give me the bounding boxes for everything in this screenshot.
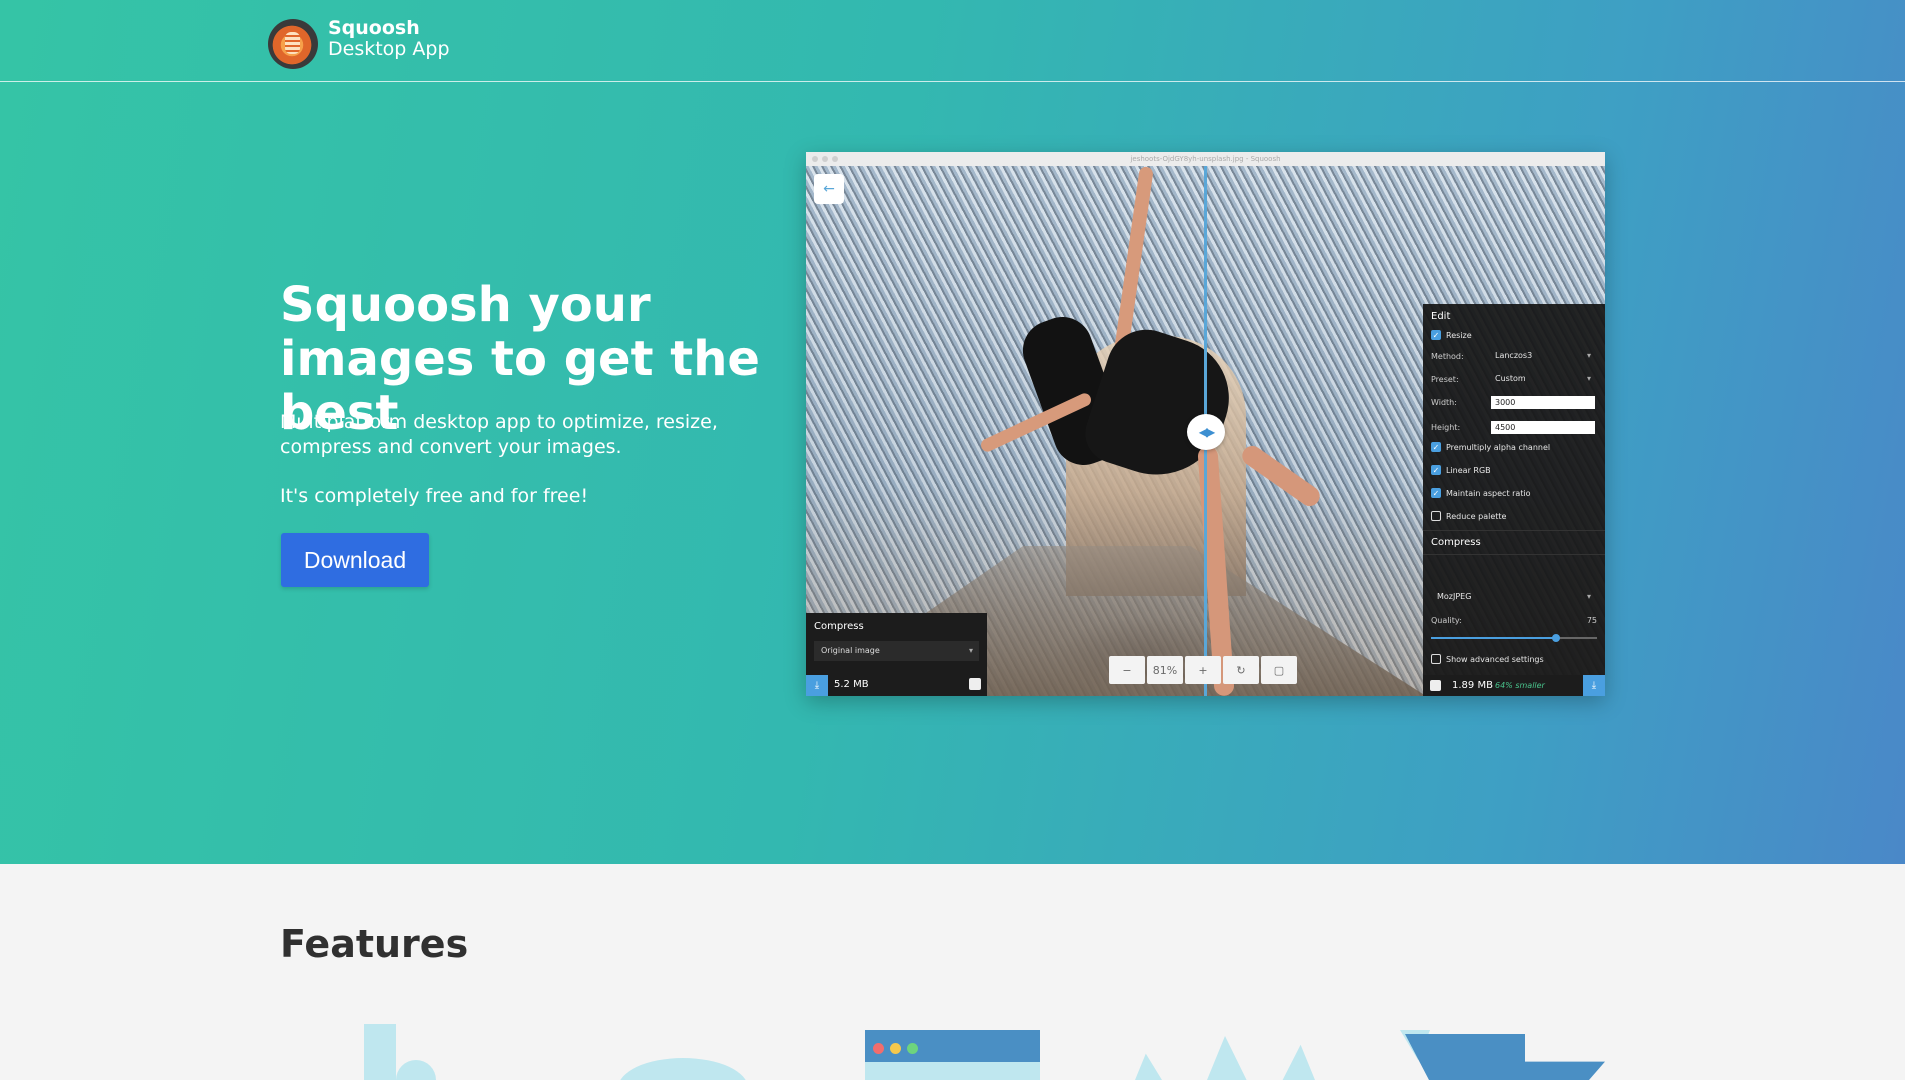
aspect-ratio-option[interactable]: Maintain aspect ratio xyxy=(1431,488,1531,498)
right-file-size: 1.89 MB xyxy=(1452,680,1493,691)
resize-checkbox[interactable] xyxy=(1431,330,1441,340)
feature-illustration-5 xyxy=(1405,1034,1605,1080)
window-controls xyxy=(812,156,838,162)
drag-arrows-icon: ◀▶ xyxy=(1198,425,1216,439)
codec-select[interactable]: MozJPEG xyxy=(1431,588,1597,606)
method-select[interactable]: Lanczos3 xyxy=(1491,349,1595,363)
left-codec-select[interactable]: Original image xyxy=(814,641,979,661)
left-file-size: 5.2 MB xyxy=(834,679,869,690)
background-toggle-button[interactable]: ▢ xyxy=(1261,656,1297,684)
height-label: Height: xyxy=(1431,423,1461,432)
size-savings: 64% smaller xyxy=(1495,681,1545,690)
zoom-out-button[interactable]: − xyxy=(1109,656,1145,684)
download-icon: ⤓ xyxy=(1591,680,1597,691)
left-panel-title: Compress xyxy=(814,621,864,632)
reduce-palette-checkbox[interactable] xyxy=(1431,511,1441,521)
right-save-side-icon[interactable] xyxy=(1430,680,1441,691)
quality-slider-fill xyxy=(1431,637,1556,639)
quality-value: 75 xyxy=(1586,616,1597,625)
download-button[interactable]: Download xyxy=(281,533,429,587)
hero-free-note: It's completely free and for free! xyxy=(280,485,589,507)
premultiply-checkbox[interactable] xyxy=(1431,442,1441,452)
premultiply-option[interactable]: Premultiply alpha channel xyxy=(1431,442,1550,452)
left-download-button[interactable]: ⤓ xyxy=(806,675,828,696)
brand-name: Squoosh xyxy=(328,17,420,39)
squoosh-logo[interactable] xyxy=(268,19,318,69)
premultiply-label: Premultiply alpha channel xyxy=(1446,442,1551,452)
resize-option[interactable]: Resize xyxy=(1431,330,1472,340)
features-heading: Features xyxy=(280,922,469,966)
window-title: jeshoots-OjdGY8yh-unsplash.jpg - Squoosh xyxy=(806,152,1605,166)
linear-rgb-label: Linear RGB xyxy=(1446,465,1491,475)
top-bar: Squoosh Desktop App xyxy=(0,0,1905,82)
reduce-palette-option[interactable]: Reduce palette xyxy=(1431,511,1506,521)
comparison-handle[interactable]: ◀▶ xyxy=(1187,414,1225,450)
right-panel-footer: 1.89 MB 64% smaller ⤓ xyxy=(1423,675,1605,696)
aspect-ratio-checkbox[interactable] xyxy=(1431,488,1441,498)
quality-slider[interactable] xyxy=(1431,634,1597,642)
back-button[interactable]: ← xyxy=(814,174,844,204)
compress-title: Compress xyxy=(1431,537,1481,548)
left-compress-panel: Compress Original image ⤓ 5.2 MB xyxy=(806,613,987,696)
aspect-ratio-label: Maintain aspect ratio xyxy=(1446,488,1531,498)
advanced-settings-label: Show advanced settings xyxy=(1446,654,1544,664)
rotate-icon: ↻ xyxy=(1236,663,1246,677)
width-label: Width: xyxy=(1431,398,1457,407)
height-input[interactable]: 4500 xyxy=(1491,421,1595,434)
feature-illustration-4 xyxy=(1135,1036,1315,1080)
zoom-level[interactable]: 81% xyxy=(1147,656,1183,684)
advanced-settings-option[interactable]: Show advanced settings xyxy=(1431,654,1544,664)
brand-subtitle: Desktop App xyxy=(328,38,450,60)
app-screenshot-window: jeshoots-OjdGY8yh-unsplash.jpg - Squoosh… xyxy=(806,152,1605,696)
width-input[interactable]: 3000 xyxy=(1491,396,1595,409)
right-download-button[interactable]: ⤓ xyxy=(1583,675,1605,696)
quality-label: Quality: xyxy=(1431,616,1462,625)
advanced-settings-checkbox[interactable] xyxy=(1431,654,1441,664)
download-icon: ⤓ xyxy=(814,680,820,691)
edit-title: Edit xyxy=(1431,311,1451,322)
rotate-button[interactable]: ↻ xyxy=(1223,656,1259,684)
zoom-toolbar: − 81% + ↻ ▢ xyxy=(1109,656,1297,684)
feature-illustration-1 xyxy=(364,1024,396,1080)
zoom-in-button[interactable]: + xyxy=(1185,656,1221,684)
hero-subtitle: Multiplatform desktop app to optimize, r… xyxy=(280,411,718,458)
reduce-palette-label: Reduce palette xyxy=(1446,511,1507,521)
linear-rgb-checkbox[interactable] xyxy=(1431,465,1441,475)
right-edit-panel: Edit Resize Method: Lanczos3 Preset: Cus… xyxy=(1423,304,1605,696)
linear-rgb-option[interactable]: Linear RGB xyxy=(1431,465,1491,475)
method-label: Method: xyxy=(1431,352,1464,361)
feature-illustration-2 xyxy=(618,1058,748,1080)
hero-section: Squoosh Desktop App Squoosh your images … xyxy=(0,0,1905,864)
preset-select[interactable]: Custom xyxy=(1491,372,1595,386)
left-save-side-icon[interactable] xyxy=(969,678,981,690)
preset-label: Preset: xyxy=(1431,375,1459,384)
background-toggle-icon: ▢ xyxy=(1273,663,1285,677)
brand[interactable]: Squoosh Desktop App xyxy=(328,18,450,60)
quality-slider-knob[interactable] xyxy=(1551,634,1560,642)
arrow-left-icon: ← xyxy=(823,181,835,197)
resize-label: Resize xyxy=(1446,330,1472,340)
